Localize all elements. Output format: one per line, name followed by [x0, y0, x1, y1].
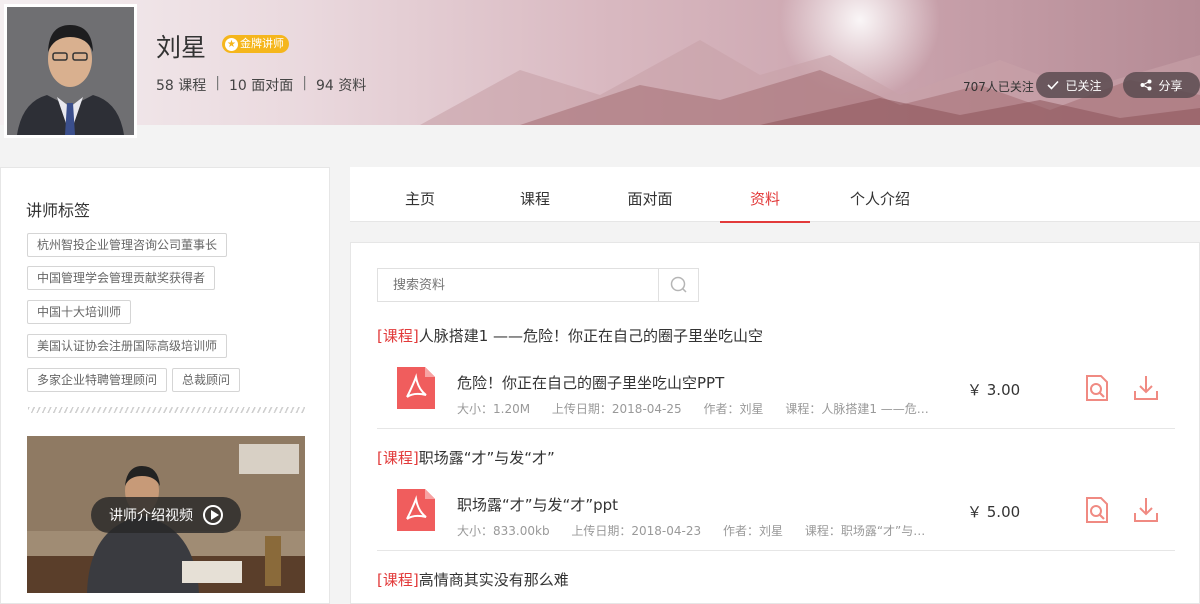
- lecturer-name: 刘星: [156, 33, 207, 62]
- lecturer-tag: 杭州智投企业管理咨询公司董事长: [27, 233, 228, 257]
- course-tag: [课程]: [377, 571, 419, 589]
- course-name: 人脉搭建1 ——危险！你正在自己的圈子里坐吃山空: [418, 327, 764, 345]
- lecturer-tag: 中国管理学会管理贡献奖获得者: [27, 266, 216, 290]
- video-play-button[interactable]: 讲师介绍视频: [91, 497, 241, 533]
- profile-tabs: 主页 课程 面对面 资料 个人介绍: [350, 167, 1200, 223]
- hatched-divider: [28, 407, 305, 413]
- material-author: 作者：刘星: [703, 402, 764, 416]
- material-size: 大小：1.20M: [457, 402, 531, 416]
- badge-label: 金牌讲师: [240, 37, 284, 50]
- avatar: [4, 4, 137, 138]
- tab-materials[interactable]: 资料: [720, 167, 810, 223]
- lecturer-tag: 中国十大培训师: [27, 300, 132, 324]
- gold-lecturer-badge: ★ 金牌讲师: [222, 35, 289, 53]
- tab-face-to-face[interactable]: 面对面: [605, 167, 695, 222]
- materials-list: [课程]人脉搭建1 ——危险！你正在自己的圈子里坐吃山空 危险！你正在自己的圈子…: [350, 242, 1200, 604]
- panel-title: 讲师标签: [26, 201, 91, 220]
- material-search: [377, 268, 699, 302]
- course-name: 职场露“才”与发“才”: [418, 449, 555, 467]
- tab-home[interactable]: 主页: [375, 167, 465, 222]
- share-button[interactable]: 分享: [1123, 72, 1200, 98]
- course-heading[interactable]: [课程]人脉搭建1 ——危险！你正在自己的圈子里坐吃山空: [377, 325, 763, 346]
- pdf-icon: [397, 367, 435, 409]
- share-label: 分享: [1158, 78, 1183, 93]
- course-count: 58 课程: [156, 78, 207, 94]
- lecturer-stats: 58 课程 | 10 面对面 | 94 资料: [156, 75, 366, 95]
- search-input[interactable]: [378, 269, 659, 301]
- material-date: 上传日期：2018-04-23: [571, 524, 702, 538]
- download-icon[interactable]: [1131, 495, 1161, 525]
- stats-separator: |: [215, 75, 220, 91]
- material-date: 上传日期：2018-04-25: [551, 402, 682, 416]
- search-icon: [670, 276, 687, 293]
- tab-courses[interactable]: 课程: [490, 167, 580, 222]
- course-tag: [课程]: [377, 449, 419, 467]
- lecturer-tag: 多家企业特聘管理顾问: [27, 368, 168, 392]
- material-price: ￥ 3.00: [967, 381, 1021, 399]
- material-count: 94 资料: [315, 78, 367, 94]
- star-icon: ★: [225, 37, 238, 51]
- stats-separator: |: [302, 75, 307, 91]
- material-price: ￥ 5.00: [967, 503, 1021, 521]
- follower-count: 707人已关注: [963, 80, 1034, 94]
- course-name: 高情商其实没有那么难: [418, 571, 569, 589]
- lecturer-tag: 总裁顾问: [172, 368, 241, 392]
- material-course: 课程：人脉搭建1 ——危险！你正在自己的圈子里坐吃山空: [785, 402, 937, 416]
- preview-icon[interactable]: [1081, 373, 1111, 403]
- video-label: 讲师介绍视频: [109, 508, 193, 524]
- material-title[interactable]: 职场露“才”与发“才”ppt: [457, 494, 618, 515]
- play-icon: [203, 505, 223, 525]
- item-divider: [377, 550, 1175, 551]
- lecturer-tag: 美国认证协会注册国际高级培训师: [27, 334, 228, 358]
- search-button[interactable]: [658, 269, 698, 301]
- course-heading[interactable]: [课程]职场露“才”与发“才”: [377, 447, 555, 468]
- material-title[interactable]: 危险！你正在自己的圈子里坐吃山空PPT: [457, 372, 724, 393]
- course-tag: [课程]: [377, 327, 419, 345]
- lecturer-tags-panel: 讲师标签 杭州智投企业管理咨询公司董事长 中国管理学会管理贡献奖获得者 中国十大…: [0, 167, 330, 604]
- share-icon: [1140, 79, 1152, 91]
- tab-introduction[interactable]: 个人介绍: [835, 167, 925, 222]
- face-count: 10 面对面: [228, 78, 294, 94]
- check-icon: [1047, 80, 1060, 90]
- followed-button[interactable]: 已关注: [1036, 72, 1113, 98]
- course-heading[interactable]: [课程]高情商其实没有那么难: [377, 569, 569, 590]
- material-course: 课程：职场露“才”与发“才”: [804, 524, 937, 538]
- download-icon[interactable]: [1131, 373, 1161, 403]
- preview-icon[interactable]: [1081, 495, 1111, 525]
- item-divider: [377, 428, 1175, 429]
- material-size: 大小：833.00kb: [457, 524, 550, 538]
- material-meta: 大小：833.00kb 上传日期：2018-04-23 作者：刘星 课程：职场露…: [457, 522, 937, 539]
- followed-label: 已关注: [1065, 78, 1102, 93]
- intro-video[interactable]: 讲师介绍视频: [27, 436, 305, 593]
- material-meta: 大小：1.20M 上传日期：2018-04-25 作者：刘星 课程：人脉搭建1 …: [457, 400, 937, 417]
- pdf-icon: [397, 489, 435, 531]
- material-author: 作者：刘星: [722, 524, 783, 538]
